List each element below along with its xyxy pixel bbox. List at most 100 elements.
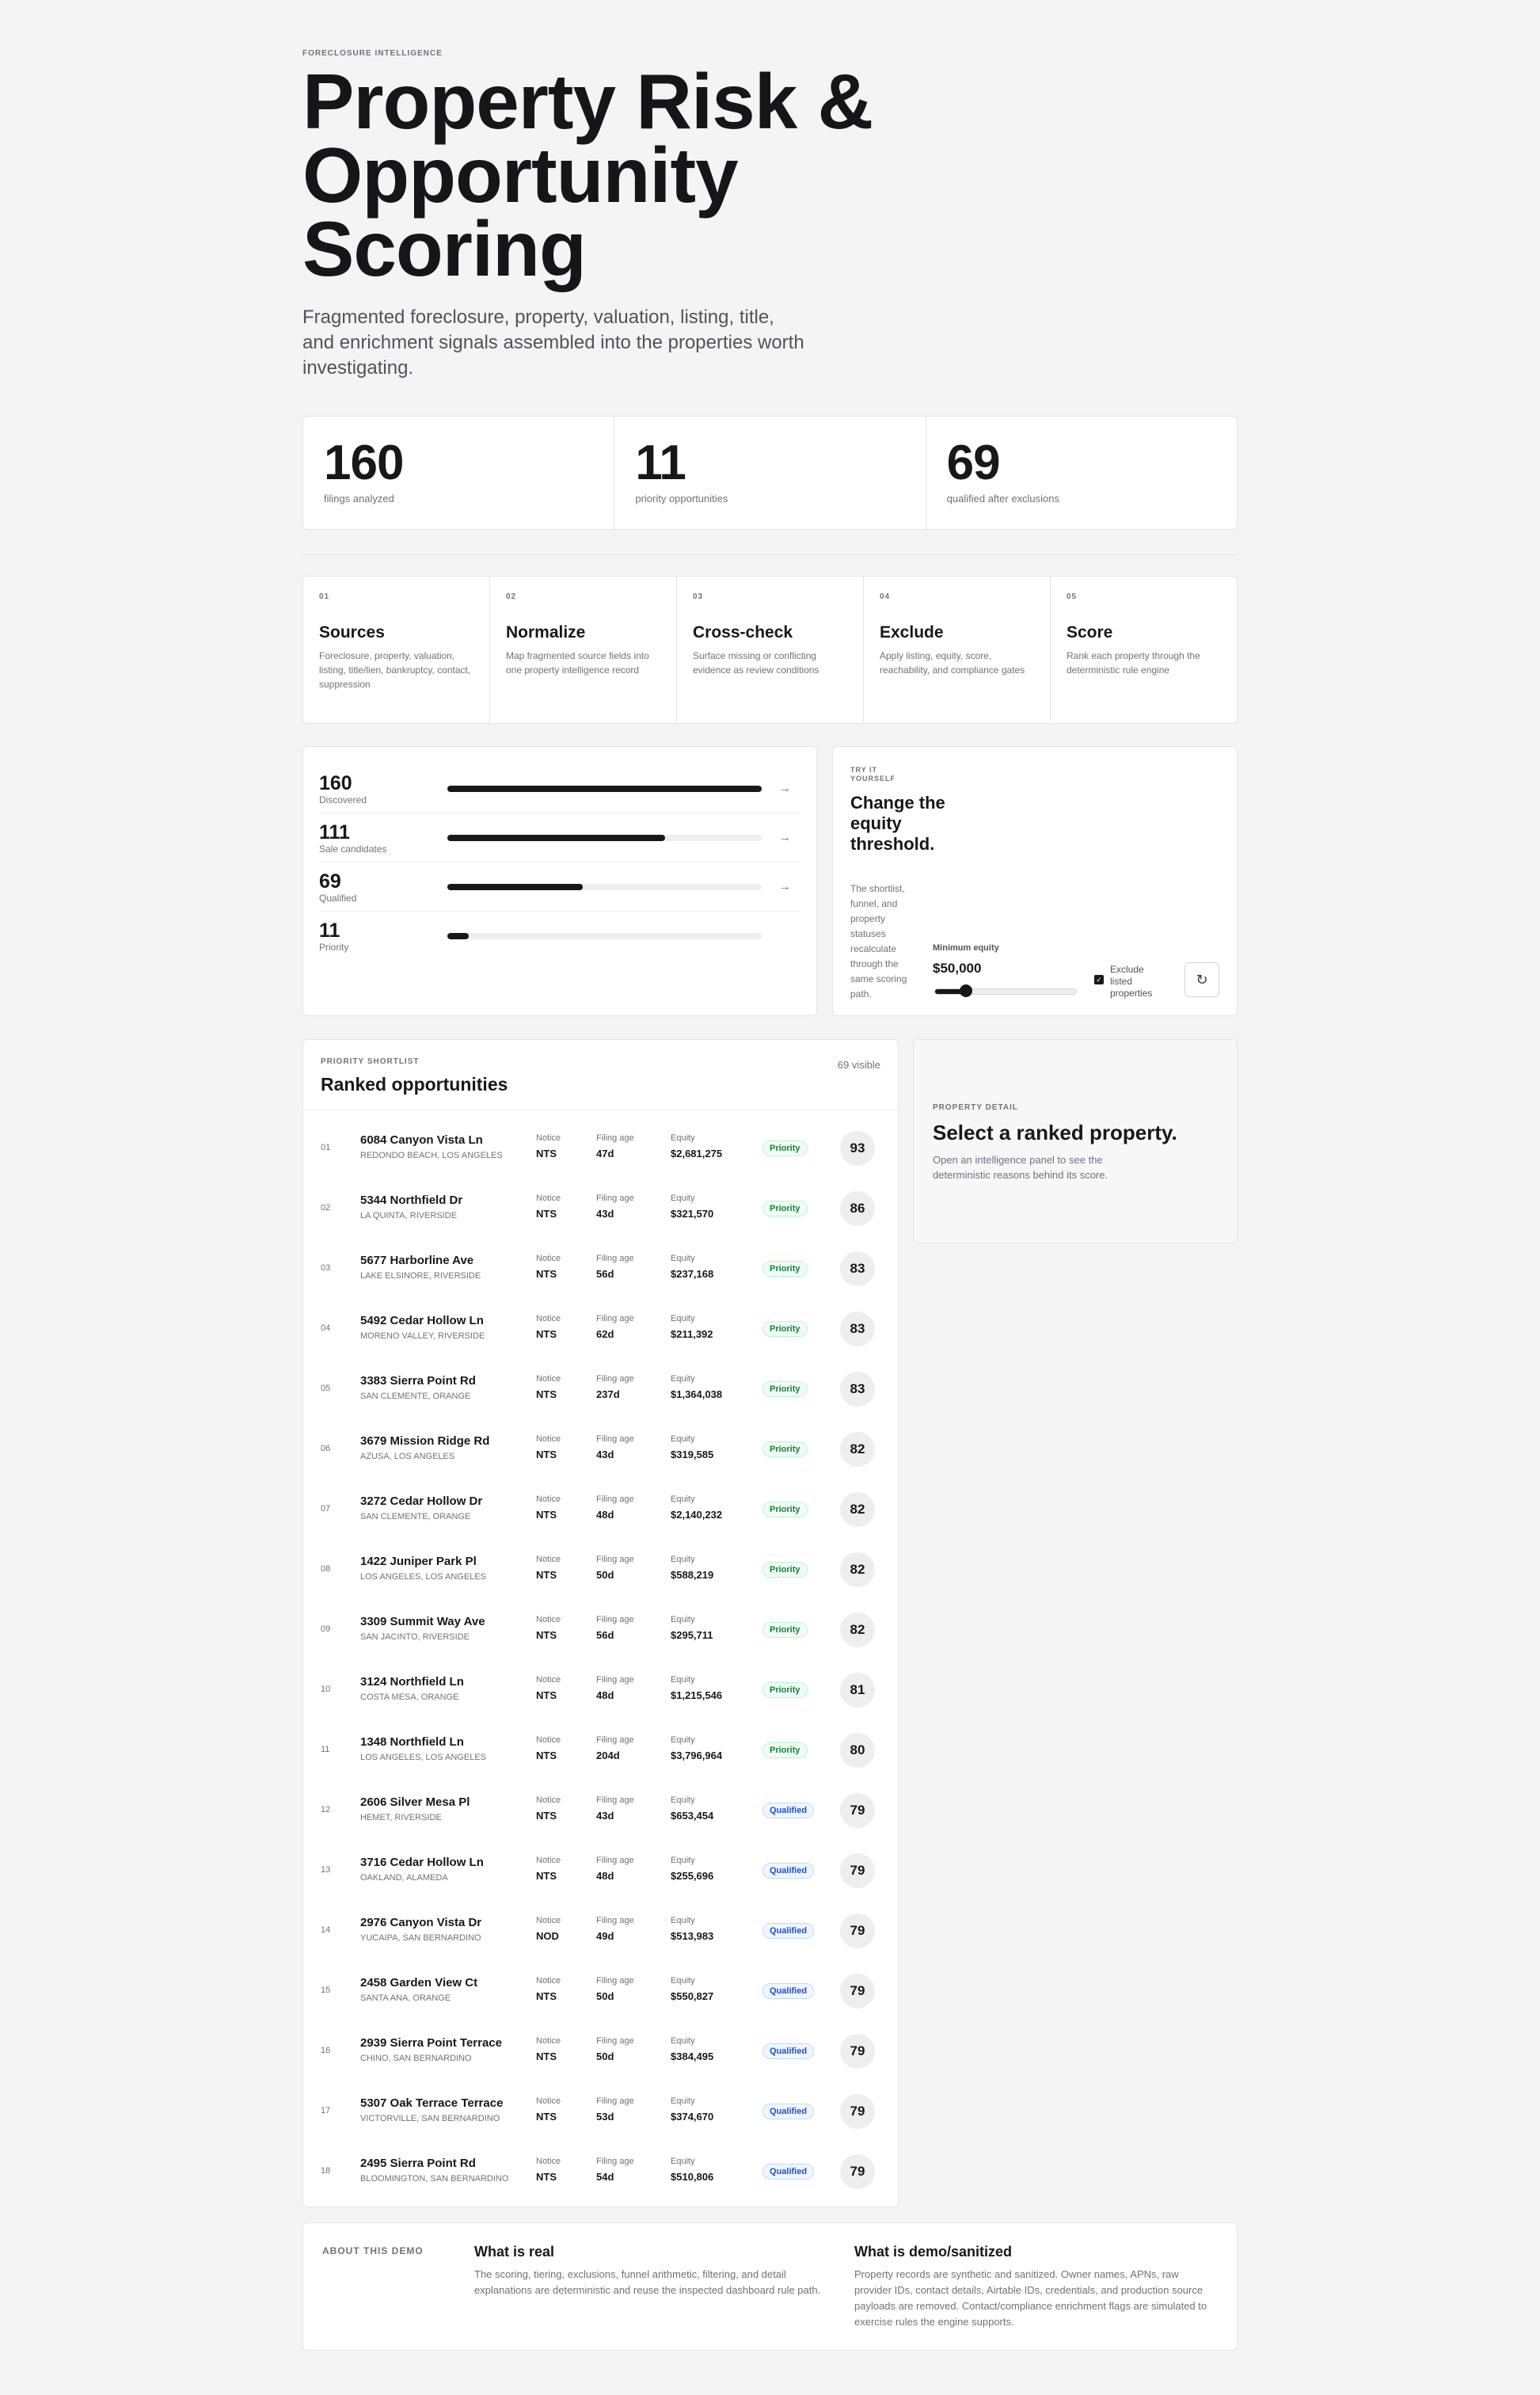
- table-row[interactable]: 02 5344 Northfield Dr LA QUINTA, RIVERSIDE…: [303, 1179, 898, 1239]
- exclude-listed-checkbox[interactable]: ✓: [1094, 975, 1104, 984]
- table-row[interactable]: 10 3124 Northfield Ln COSTA MESA, ORANGE No…: [303, 1661, 898, 1721]
- row-equity: Equity $1,215,546: [671, 1675, 722, 1701]
- funnel-value: 69: [319, 870, 341, 893]
- row-equity: Equity $384,495: [671, 2036, 713, 2062]
- step-number: 02: [506, 592, 517, 601]
- stat-label: qualified after exclusions: [946, 493, 1060, 505]
- table-row[interactable]: 12 2606 Silver Mesa Pl HEMET, RIVERSIDE Not…: [303, 1781, 898, 1841]
- table-row[interactable]: 09 3309 Summit Way Ave SAN JACINTO, RIVERS…: [303, 1601, 898, 1661]
- row-age: Filing age 62d: [596, 1314, 634, 1340]
- table-row[interactable]: 05 3383 Sierra Point Rd SAN CLEMENTE, ORAN…: [303, 1360, 898, 1420]
- row-notice: Notice NTS: [536, 1795, 561, 1822]
- table-row[interactable]: 11 1348 Northfield Ln LOS ANGELES, LOS ANG…: [303, 1721, 898, 1781]
- col-value: 53d: [596, 2111, 614, 2123]
- slider-handle[interactable]: [960, 984, 973, 997]
- funnel-value: 160: [319, 771, 352, 794]
- funnel-row-qualified[interactable]: 69 Qualified →: [319, 862, 800, 912]
- table-row[interactable]: 16 2939 Sierra Point Terrace CHINO, SAN BE…: [303, 2022, 898, 2082]
- col-label: Filing age: [596, 1194, 634, 1203]
- table-row[interactable]: 06 3679 Mission Ridge Rd AZUSA, LOS ANGELE…: [303, 1420, 898, 1480]
- col-label: Equity: [671, 1434, 695, 1444]
- step-number: 01: [319, 592, 330, 601]
- col-label: Equity: [671, 2157, 695, 2166]
- row-address: 2939 Sierra Point Terrace: [360, 2036, 502, 2050]
- col-value: NTS: [536, 1810, 557, 1822]
- row-age: Filing age 50d: [596, 2036, 634, 2062]
- funnel-bar: [447, 785, 762, 792]
- col-label: Notice: [536, 1916, 561, 1925]
- col-label: Notice: [536, 1494, 561, 1504]
- col-label: Equity: [671, 1254, 695, 1263]
- table-row[interactable]: 13 3716 Cedar Hollow Ln OAKLAND, ALAMEDA No…: [303, 1841, 898, 1902]
- table-row[interactable]: 18 2495 Sierra Point Rd BLOOMINGTON, SAN B…: [303, 2142, 898, 2203]
- col-label: Notice: [536, 1194, 561, 1203]
- col-label: Equity: [671, 1374, 695, 1384]
- table-row[interactable]: 17 5307 Oak Terrace Terrace VICTORVILLE, S…: [303, 2082, 898, 2142]
- row-notice: Notice NTS: [536, 1494, 561, 1521]
- about-demo-desc: Property records are synthetic and sanit…: [854, 2268, 1207, 2328]
- row-notice: Notice NTS: [536, 1735, 561, 1761]
- exclude-listed-label[interactable]: Exclude listed properties: [1110, 964, 1165, 1000]
- hero-kicker: FORECLOSURE INTELLIGENCE: [302, 49, 443, 58]
- funnel-row-discovered[interactable]: 160 Discovered →: [319, 764, 800, 813]
- col-value: NTS: [536, 1689, 557, 1701]
- row-rank: 08: [321, 1564, 331, 1574]
- col-value: NTS: [536, 1569, 557, 1581]
- row-equity: Equity $211,392: [671, 1314, 713, 1340]
- col-value: 62d: [596, 1328, 614, 1340]
- col-value: $3,796,964: [671, 1750, 723, 1761]
- col-label: Filing age: [596, 1615, 634, 1624]
- col-value: 47d: [596, 1148, 614, 1159]
- stat-label: priority opportunities: [635, 493, 728, 505]
- arrow-right-icon: →: [778, 880, 791, 893]
- col-value: $384,495: [671, 2050, 714, 2062]
- table-row[interactable]: 15 2458 Garden View Ct SANTA ANA, ORANGE No…: [303, 1962, 898, 2022]
- col-label: Notice: [536, 1434, 561, 1444]
- about-kicker: ABOUT THIS DEMO: [322, 2245, 424, 2256]
- status-badge: Priority: [762, 1201, 808, 1217]
- row-address: 2458 Garden View Ct: [360, 1976, 478, 1989]
- col-value: $237,168: [671, 1268, 714, 1280]
- funnel-label: Qualified: [319, 892, 357, 904]
- row-rank: 06: [321, 1444, 331, 1453]
- col-label: Notice: [536, 1374, 561, 1384]
- step-cross-check: 03 Cross-check Surface missing or confli…: [677, 577, 864, 723]
- row-age: Filing age 54d: [596, 2157, 634, 2183]
- score-badge: 79: [840, 2094, 875, 2129]
- step-description: Apply listing, equity, score, reachabili…: [880, 650, 1025, 676]
- funnel-row-sale-candidates[interactable]: 111 Sale candidates →: [319, 813, 800, 862]
- table-row[interactable]: 03 5677 Harborline Ave LAKE ELSINORE, RIVE…: [303, 1239, 898, 1300]
- row-notice: Notice NTS: [536, 1133, 561, 1159]
- step-number: 05: [1067, 592, 1078, 601]
- table-row[interactable]: 14 2976 Canyon Vista Dr YUCAIPA, SAN BERNA…: [303, 1902, 898, 1962]
- row-equity: Equity $513,983: [671, 1916, 713, 1942]
- funnel-row-priority[interactable]: 11 Priority: [319, 912, 800, 961]
- row-equity: Equity $2,681,275: [671, 1133, 722, 1159]
- status-badge: Priority: [762, 1682, 808, 1698]
- status-badge: Qualified: [762, 2043, 815, 2059]
- table-row[interactable]: 07 3272 Cedar Hollow Dr SAN CLEMENTE, ORAN…: [303, 1480, 898, 1540]
- try-title: Change the equity threshold.: [850, 793, 945, 854]
- table-row[interactable]: 08 1422 Juniper Park Pl LOS ANGELES, LOS A…: [303, 1540, 898, 1601]
- col-value: 50d: [596, 2050, 614, 2062]
- col-value: 48d: [596, 1689, 614, 1701]
- col-value: 48d: [596, 1870, 614, 1882]
- col-label: Equity: [671, 1976, 695, 1986]
- row-address: 5344 Northfield Dr: [360, 1194, 463, 1207]
- score-badge: 81: [840, 1673, 875, 1708]
- equity-slider[interactable]: [934, 984, 1077, 997]
- col-value: $374,670: [671, 2111, 714, 2123]
- reset-icon[interactable]: ↻: [1184, 962, 1219, 997]
- col-value: NTS: [536, 1509, 557, 1521]
- list-title: Ranked opportunities: [321, 1074, 508, 1095]
- status-badge: Priority: [762, 1562, 808, 1578]
- row-rank: 10: [321, 1685, 331, 1694]
- score-badge: 83: [840, 1372, 875, 1407]
- score-badge: 79: [840, 2034, 875, 2069]
- equity-label: Minimum equity: [933, 943, 999, 953]
- table-row[interactable]: 01 6084 Canyon Vista Ln REDONDO BEACH, LOS…: [303, 1119, 898, 1179]
- ranked-rows: 01 6084 Canyon Vista Ln REDONDO BEACH, LOS…: [303, 1119, 898, 2203]
- col-label: Filing age: [596, 1133, 634, 1143]
- score-badge: 82: [840, 1432, 875, 1467]
- table-row[interactable]: 04 5492 Cedar Hollow Ln MORENO VALLEY, RIV…: [303, 1300, 898, 1360]
